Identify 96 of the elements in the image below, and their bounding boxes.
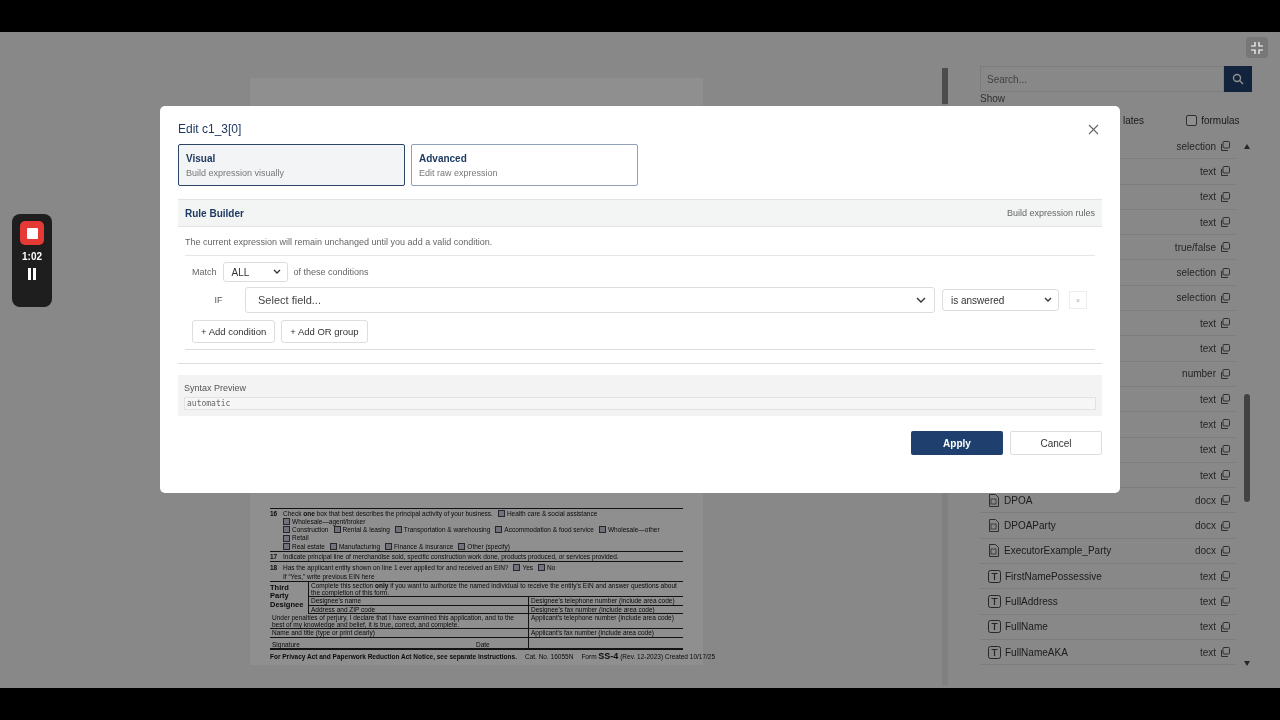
copy-icon[interactable]: [1220, 343, 1230, 354]
copy-icon[interactable]: [1220, 621, 1230, 632]
copy-icon[interactable]: [1220, 318, 1230, 329]
field-type: docx: [1194, 520, 1216, 532]
field-type: number: [1182, 368, 1216, 380]
preview-label: Syntax Preview: [184, 383, 248, 393]
field-row[interactable]: FullName text: [980, 614, 1235, 640]
filter-label[interactable]: formulas: [1201, 115, 1240, 126]
match-label: Match: [192, 267, 217, 277]
field-type: selection: [1176, 267, 1216, 279]
text-field-icon: [988, 620, 1001, 634]
dialog-title: Edit c1_3[0]: [178, 122, 242, 136]
copy-icon[interactable]: [1220, 444, 1230, 455]
copy-icon[interactable]: [1220, 292, 1230, 303]
match-suffix: of these conditions: [293, 267, 369, 277]
dialog-button[interactable]: Cancel: [1010, 431, 1102, 455]
show-label: Show: [980, 93, 1006, 104]
stop-button[interactable]: [20, 221, 44, 245]
field-type: text: [1199, 621, 1216, 633]
filter-label[interactable]: lates: [1123, 115, 1145, 126]
field-row[interactable]: FirstNamePossessive text: [980, 564, 1235, 590]
field-name: FirstNamePossessive: [1005, 570, 1102, 582]
compress-icon: [1251, 41, 1263, 54]
copy-icon[interactable]: [1220, 419, 1230, 430]
text-field-icon: [988, 645, 1001, 659]
document-icon: [988, 544, 1000, 558]
add-button[interactable]: + Add OR group: [281, 320, 368, 343]
copy-icon[interactable]: [1220, 647, 1230, 658]
field-name: FullAddress: [1005, 596, 1058, 607]
field-type: text: [1199, 570, 1216, 582]
recording-time: 1:02: [22, 251, 42, 262]
mode-tab[interactable]: Advanced Edit raw expression: [411, 144, 638, 186]
field-type: docx: [1194, 545, 1216, 557]
field-row[interactable]: DPOAParty docx: [980, 513, 1235, 539]
mode-tab[interactable]: Visual Build expression visually: [178, 144, 405, 186]
match-select[interactable]: ALL: [222, 262, 288, 282]
document-icon: [988, 493, 1000, 507]
copy-icon[interactable]: [1220, 571, 1230, 582]
copy-icon[interactable]: [1220, 166, 1230, 177]
copy-icon[interactable]: [1220, 267, 1230, 278]
pause-icon[interactable]: [27, 268, 37, 280]
condition-prefix: IF: [213, 295, 224, 305]
copy-icon[interactable]: [1220, 470, 1230, 480]
field-name: FullNameAKA: [1005, 646, 1068, 658]
chevron-down-icon: [272, 269, 281, 275]
search-icon: [1232, 73, 1244, 85]
field-type: text: [1199, 646, 1216, 658]
copy-icon[interactable]: [1220, 545, 1230, 556]
section-hint: Build expression rules: [1006, 208, 1095, 218]
field-row[interactable]: FullAddress text: [980, 589, 1235, 615]
field-type: text: [1199, 216, 1216, 228]
document-icon: [988, 519, 1000, 533]
copy-icon[interactable]: [1220, 217, 1230, 228]
field-select[interactable]: Select field...: [245, 287, 935, 313]
copy-icon[interactable]: [1220, 520, 1230, 531]
field-name: ExecutorExample_Party: [1004, 545, 1112, 557]
field-type: selection: [1176, 292, 1216, 304]
copy-icon[interactable]: [1220, 596, 1230, 607]
close-icon[interactable]: [1088, 123, 1099, 135]
dialog-button[interactable]: Apply: [911, 431, 1003, 455]
search-field[interactable]: Search...: [980, 66, 1224, 92]
field-type: text: [1199, 596, 1216, 607]
field-name: FullName: [1005, 621, 1048, 633]
field-type: text: [1199, 393, 1216, 405]
text-field-icon: [988, 595, 1001, 608]
copy-icon[interactable]: [1220, 191, 1230, 202]
operator-select[interactable]: is answered: [942, 289, 1059, 311]
field-type: text: [1199, 444, 1216, 456]
field-type: true/false: [1174, 241, 1216, 253]
field-row[interactable]: FullNameAKA text: [980, 639, 1235, 666]
checkbox[interactable]: [1186, 115, 1198, 126]
copy-icon[interactable]: [1220, 242, 1230, 253]
field-row[interactable]: ExecutorExample_Party docx: [980, 538, 1235, 565]
field-type: text: [1199, 317, 1216, 329]
field-name: DPOA: [1004, 494, 1033, 506]
field-type: text: [1199, 343, 1216, 354]
info-text: The current expression will remain unchanged until you add a valid condition.: [185, 227, 1095, 256]
copy-icon[interactable]: [1220, 394, 1230, 405]
field-type: selection: [1176, 140, 1216, 152]
field-type: text: [1199, 469, 1216, 481]
copy-icon[interactable]: [1220, 495, 1230, 506]
copy-icon[interactable]: [1220, 368, 1230, 379]
field-type: text: [1199, 191, 1216, 203]
search-button[interactable]: [1224, 66, 1252, 92]
copy-icon[interactable]: [1220, 141, 1230, 152]
compress-button[interactable]: [1246, 37, 1268, 58]
field-type: docx: [1194, 494, 1216, 506]
code-preview: automatic: [184, 397, 1096, 410]
chevron-down-icon: [916, 296, 926, 304]
chevron-down-icon: [1044, 297, 1052, 303]
text-field-icon: [988, 569, 1001, 583]
field-type: text: [1199, 418, 1216, 430]
field-type: text: [1199, 165, 1216, 177]
add-button[interactable]: + Add condition: [192, 320, 276, 343]
section-title: Rule Builder: [185, 207, 244, 219]
field-name: DPOAParty: [1004, 520, 1056, 532]
